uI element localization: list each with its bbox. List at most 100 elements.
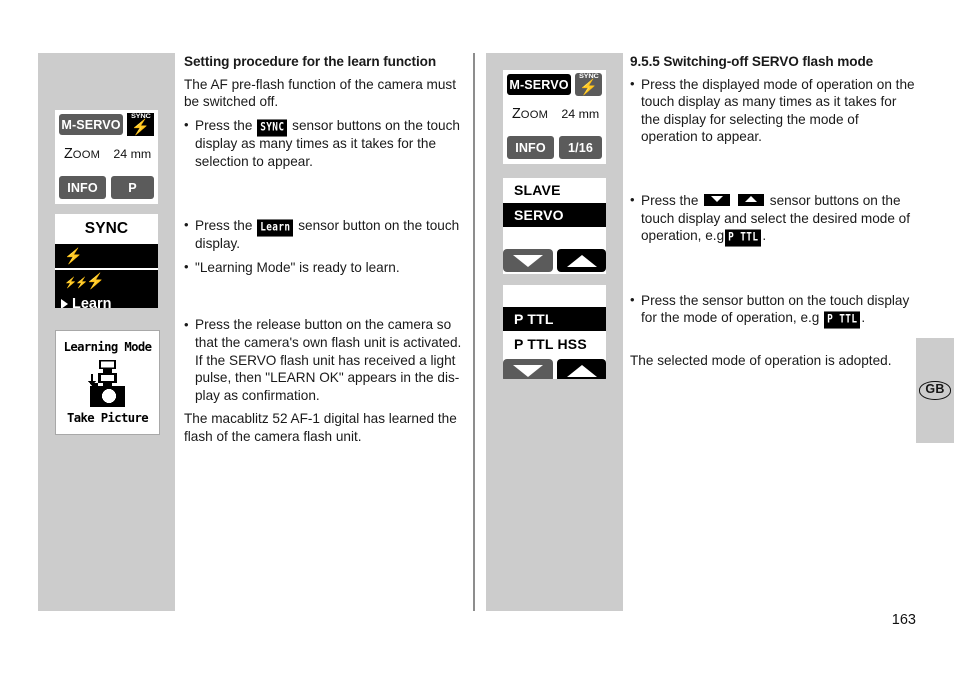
bullet-text: "Learning Mode" is ready to learn. xyxy=(195,259,400,275)
mode-tag-label: M-SERVO xyxy=(509,77,569,92)
up-arrow-icon xyxy=(566,364,597,377)
bullet-learning-mode-ready: "Learning Mode" is ready to learn. xyxy=(184,258,466,277)
learn-key-glyph-label: Learn xyxy=(257,219,294,237)
bullet-text-post: . xyxy=(762,228,767,244)
p-ttl-key-glyph: P TTL xyxy=(824,310,861,329)
bullet-press-sync: Press the SYNC sensor buttons on the tou… xyxy=(184,116,466,171)
power-ratio-label: 1/16 xyxy=(568,140,593,155)
mode-option-p-ttl[interactable]: P TTL xyxy=(503,307,606,331)
zoom-readout: ZOOM 24 mm xyxy=(64,146,151,162)
sync-key-glyph-label: SYNC xyxy=(257,119,288,137)
page-number: 163 xyxy=(891,612,916,628)
bullet-press-sensor-button: Press the sensor button on the touch dis… xyxy=(630,291,916,329)
triple-flash-bolt-icon: ⚡⚡⚡ xyxy=(64,273,105,290)
flash-bolt-icon: ⚡ xyxy=(64,248,83,265)
middle-heading: Setting procedure for the learn function xyxy=(184,54,437,69)
info-button[interactable]: INFO xyxy=(507,136,554,159)
zoom-value: 24 mm xyxy=(113,147,152,161)
mode-option-empty[interactable] xyxy=(503,228,606,246)
flash-bolt-icon: ⚡ xyxy=(579,78,598,96)
zoom-readout: ZOOM 24 mm xyxy=(512,106,599,122)
sync-badge-label: SYNC xyxy=(130,113,151,121)
p-ttl-key-glyph-label: P TTL xyxy=(824,311,861,329)
mode-option-servo-label: SERVO xyxy=(514,207,564,223)
bullet-text-pre: Press the xyxy=(195,217,253,233)
learning-mode-footer: Take Picture xyxy=(66,411,149,425)
mode-option-slave-label: SLAVE xyxy=(514,182,561,198)
zoom-label-rest: OOM xyxy=(520,109,549,121)
column-divider xyxy=(473,53,475,611)
nav-up-button[interactable] xyxy=(557,249,606,272)
camera-with-flash-icon xyxy=(56,360,159,408)
bullet-text-pre: Press the xyxy=(641,192,699,208)
sync-option-multi-flash[interactable]: ⚡⚡⚡ xyxy=(55,270,158,292)
flash-bolt-icon: ⚡ xyxy=(131,118,150,136)
mode-tag-m-servo-active[interactable]: M-SERVO xyxy=(507,74,571,95)
middle-closing-paragraph: The macablitz 52 AF-1 digital has learne… xyxy=(184,411,457,444)
down-arrow-icon xyxy=(704,193,731,206)
sync-badge-label: SYNC xyxy=(578,73,599,81)
mode-option-servo[interactable]: SERVO xyxy=(503,203,606,227)
language-tab-label: GB xyxy=(919,381,951,400)
sync-option-learn-label: Learn xyxy=(72,296,112,308)
down-arrow-icon xyxy=(513,254,543,267)
zoom-label-first-letter: Z xyxy=(64,146,73,162)
learning-mode-title: Learning Mode xyxy=(63,340,152,354)
mode-option-empty-top[interactable] xyxy=(503,285,606,306)
sync-option-learn[interactable]: Learn xyxy=(55,292,158,308)
left-sync-menu-display: SYNC ⚡ ⚡⚡⚡ Learn xyxy=(55,214,158,308)
mode-tag-label: M-SERVO xyxy=(61,117,121,132)
zoom-label-rest: OOM xyxy=(72,149,101,161)
learning-mode-display: Learning Mode Take Picture xyxy=(55,330,160,435)
bullet-press-displayed-mode: Press the displayed mode of operation on… xyxy=(630,75,916,146)
sync-flash-badge[interactable]: SYNC ⚡ xyxy=(575,73,602,96)
mode-button-p-label: P xyxy=(128,180,137,195)
nav-down-button[interactable] xyxy=(503,249,553,272)
bullet-text-pre: Press the release button on the camera s… xyxy=(195,317,462,350)
mode-tag-m-servo[interactable]: M-SERVO xyxy=(59,114,123,135)
bullet-press-arrows: Press the sensor buttons on the touch di… xyxy=(630,191,916,247)
p-ttl-key-glyph: P TTL xyxy=(725,228,762,247)
bullet-text-pre: Press the xyxy=(195,117,253,133)
nav-up-button[interactable] xyxy=(557,359,606,379)
mode-option-slave[interactable]: SLAVE xyxy=(503,178,606,202)
sync-key-glyph: SYNC xyxy=(257,118,288,137)
bullet-press-learn: Press the Learn sensor button on the tou… xyxy=(184,216,466,253)
sync-option-single-flash[interactable]: ⚡ xyxy=(55,244,158,268)
bullet-text-post: If the SERVO flash unit has received a l… xyxy=(195,352,460,403)
left-status-display: M-SERVO SYNC ⚡ ZOOM 24 mm INFO P xyxy=(55,110,158,204)
bullet-text: Press the displayed mode of operation on… xyxy=(641,76,915,145)
zoom-label-first-letter: Z xyxy=(512,106,521,122)
right-closing-paragraph: The selected mode of operation is adopte… xyxy=(630,352,892,368)
mode-option-p-ttl-hss[interactable]: P TTL HSS xyxy=(503,332,606,356)
sync-menu-title: SYNC xyxy=(55,216,158,242)
info-button-label: INFO xyxy=(67,180,98,195)
learn-key-glyph: Learn xyxy=(257,218,294,237)
mode-option-p-ttl-hss-label: P TTL HSS xyxy=(514,336,587,352)
p-ttl-key-glyph-label: P TTL xyxy=(725,229,762,247)
middle-text-column: Setting procedure for the learn function… xyxy=(184,53,466,452)
info-button-label: INFO xyxy=(515,140,546,155)
info-button[interactable]: INFO xyxy=(59,176,106,199)
servo-status-display: M-SERVO SYNC ⚡ ZOOM 24 mm INFO 1/16 xyxy=(503,70,606,164)
bullet-text-post: . xyxy=(861,310,866,326)
language-tab: GB xyxy=(916,338,954,443)
right-text-column: 9.5.5 Switching-off SERVO flash mode Pre… xyxy=(630,53,916,376)
bullet-press-release: Press the release button on the camera s… xyxy=(184,316,466,404)
zoom-value: 24 mm xyxy=(561,107,600,121)
sync-menu-title-label: SYNC xyxy=(84,220,129,237)
right-heading: 9.5.5 Switching-off SERVO flash mode xyxy=(630,54,874,69)
middle-intro-paragraph: The AF pre-flash function of the camera … xyxy=(184,76,457,110)
caret-right-icon xyxy=(61,299,68,308)
mode-button-p[interactable]: P xyxy=(111,176,154,199)
down-arrow-icon xyxy=(513,364,543,377)
nav-down-button[interactable] xyxy=(503,359,553,379)
up-arrow-icon xyxy=(737,193,764,206)
power-ratio-button[interactable]: 1/16 xyxy=(559,136,602,159)
mode-select-display-2: P TTL P TTL HSS xyxy=(503,285,606,379)
mode-option-p-ttl-label: P TTL xyxy=(514,311,554,327)
up-arrow-icon xyxy=(566,254,597,267)
bullet-text-pre: Press the sensor button on the touch dis… xyxy=(641,292,910,326)
sync-flash-badge[interactable]: SYNC ⚡ xyxy=(127,113,154,136)
mode-select-display-1: SLAVE SERVO xyxy=(503,178,606,274)
